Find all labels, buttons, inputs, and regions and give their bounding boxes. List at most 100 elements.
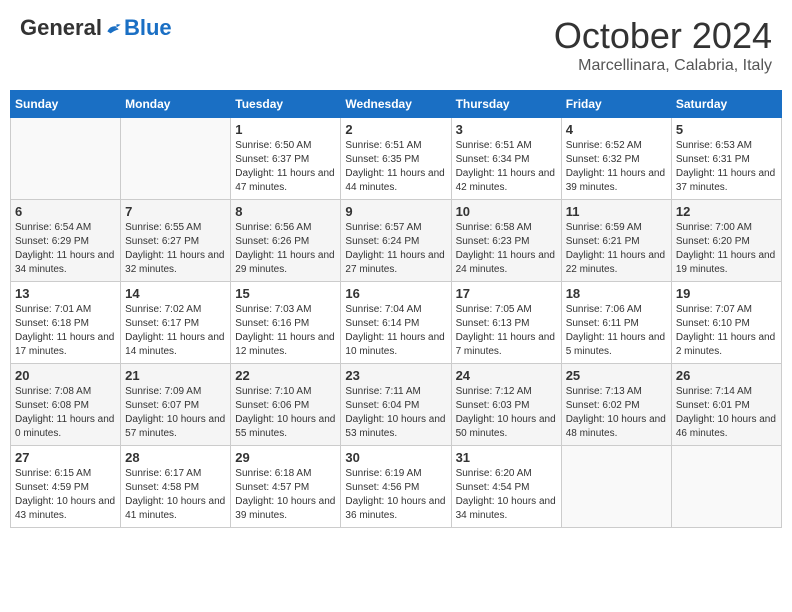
day-number: 13 <box>15 286 116 301</box>
day-info: Sunrise: 7:02 AMSunset: 6:17 PMDaylight:… <box>125 303 226 359</box>
calendar-week-4: 20 Sunrise: 7:08 AMSunset: 6:08 PMDayligh… <box>11 364 782 446</box>
location: Marcellinara, Calabria, Italy <box>554 57 772 75</box>
calendar-week-2: 6 Sunrise: 6:54 AMSunset: 6:29 PMDaylight… <box>11 200 782 282</box>
day-number: 31 <box>456 450 557 465</box>
day-number: 25 <box>566 368 667 383</box>
calendar-cell: 23 Sunrise: 7:11 AMSunset: 6:04 PMDayligh… <box>341 364 451 446</box>
calendar-cell: 27 Sunrise: 6:15 AMSunset: 4:59 PMDayligh… <box>11 446 121 528</box>
logo-general-text: General <box>20 15 102 41</box>
calendar-cell: 7Sunrise: 6:55 AMSunset: 6:27 PMDaylight… <box>121 200 231 282</box>
day-info: Sunrise: 6:56 AMSunset: 6:26 PMDaylight:… <box>235 221 336 277</box>
calendar-cell: 30 Sunrise: 6:19 AMSunset: 4:56 PMDayligh… <box>341 446 451 528</box>
day-info: Sunrise: 7:01 AMSunset: 6:18 PMDaylight:… <box>15 303 116 359</box>
logo-blue-text: Blue <box>124 15 172 41</box>
day-info: Sunrise: 7:00 AMSunset: 6:20 PMDaylight:… <box>676 221 777 277</box>
calendar-cell: 22Sunrise: 7:10 AMSunset: 6:06 PMDayligh… <box>231 364 341 446</box>
day-number: 7 <box>125 204 226 219</box>
calendar-cell <box>561 446 671 528</box>
calendar-cell: 15Sunrise: 7:03 AMSunset: 6:16 PMDayligh… <box>231 282 341 364</box>
day-number: 27 <box>15 450 116 465</box>
day-info: Sunrise: 6:15 AMSunset: 4:59 PMDaylight:… <box>15 467 116 523</box>
header-monday: Monday <box>121 91 231 118</box>
day-number: 11 <box>566 204 667 219</box>
day-number: 14 <box>125 286 226 301</box>
page-header: General Blue October 2024 Marcellinara, … <box>10 10 782 80</box>
calendar-cell: 18Sunrise: 7:06 AMSunset: 6:11 PMDayligh… <box>561 282 671 364</box>
calendar-cell: 3 Sunrise: 6:51 AMSunset: 6:34 PMDaylight… <box>451 118 561 200</box>
day-info: Sunrise: 7:12 AMSunset: 6:03 PMDaylight:… <box>456 385 557 441</box>
day-number: 8 <box>235 204 336 219</box>
header-friday: Friday <box>561 91 671 118</box>
calendar-cell: 6 Sunrise: 6:54 AMSunset: 6:29 PMDaylight… <box>11 200 121 282</box>
calendar-cell: 25 Sunrise: 7:13 AMSunset: 6:02 PMDayligh… <box>561 364 671 446</box>
day-number: 4 <box>566 122 667 137</box>
day-info: Sunrise: 6:54 AMSunset: 6:29 PMDaylight:… <box>15 221 116 277</box>
day-number: 10 <box>456 204 557 219</box>
calendar-table: SundayMondayTuesdayWednesdayThursdayFrid… <box>10 90 782 528</box>
day-number: 3 <box>456 122 557 137</box>
calendar-cell: 20 Sunrise: 7:08 AMSunset: 6:08 PMDayligh… <box>11 364 121 446</box>
title-section: October 2024 Marcellinara, Calabria, Ita… <box>554 15 772 75</box>
logo: General Blue <box>20 15 172 41</box>
day-info: Sunrise: 7:08 AMSunset: 6:08 PMDaylight:… <box>15 385 116 441</box>
day-number: 17 <box>456 286 557 301</box>
day-info: Sunrise: 6:17 AMSunset: 4:58 PMDaylight:… <box>125 467 226 523</box>
calendar-cell: 9Sunrise: 6:57 AMSunset: 6:24 PMDaylight… <box>341 200 451 282</box>
calendar-cell: 5 Sunrise: 6:53 AMSunset: 6:31 PMDaylight… <box>671 118 781 200</box>
day-info: Sunrise: 6:51 AMSunset: 6:35 PMDaylight:… <box>345 139 446 195</box>
day-info: Sunrise: 6:52 AMSunset: 6:32 PMDaylight:… <box>566 139 667 195</box>
day-number: 6 <box>15 204 116 219</box>
day-number: 30 <box>345 450 446 465</box>
day-info: Sunrise: 6:53 AMSunset: 6:31 PMDaylight:… <box>676 139 777 195</box>
day-info: Sunrise: 7:14 AMSunset: 6:01 PMDaylight:… <box>676 385 777 441</box>
month-title: October 2024 <box>554 15 772 57</box>
calendar-cell: 12Sunrise: 7:00 AMSunset: 6:20 PMDayligh… <box>671 200 781 282</box>
day-number: 16 <box>345 286 446 301</box>
calendar-cell: 24Sunrise: 7:12 AMSunset: 6:03 PMDayligh… <box>451 364 561 446</box>
header-tuesday: Tuesday <box>231 91 341 118</box>
calendar-cell: 26Sunrise: 7:14 AMSunset: 6:01 PMDayligh… <box>671 364 781 446</box>
calendar-cell: 4 Sunrise: 6:52 AMSunset: 6:32 PMDaylight… <box>561 118 671 200</box>
calendar-cell: 1 Sunrise: 6:50 AMSunset: 6:37 PMDaylight… <box>231 118 341 200</box>
day-number: 5 <box>676 122 777 137</box>
calendar-cell <box>11 118 121 200</box>
day-info: Sunrise: 7:11 AMSunset: 6:04 PMDaylight:… <box>345 385 446 441</box>
day-info: Sunrise: 6:57 AMSunset: 6:24 PMDaylight:… <box>345 221 446 277</box>
day-number: 23 <box>345 368 446 383</box>
calendar-cell: 16 Sunrise: 7:04 AMSunset: 6:14 PMDayligh… <box>341 282 451 364</box>
calendar-cell: 29 Sunrise: 6:18 AMSunset: 4:57 PMDayligh… <box>231 446 341 528</box>
day-info: Sunrise: 6:58 AMSunset: 6:23 PMDaylight:… <box>456 221 557 277</box>
day-info: Sunrise: 6:59 AMSunset: 6:21 PMDaylight:… <box>566 221 667 277</box>
day-info: Sunrise: 7:13 AMSunset: 6:02 PMDaylight:… <box>566 385 667 441</box>
day-number: 20 <box>15 368 116 383</box>
day-info: Sunrise: 6:50 AMSunset: 6:37 PMDaylight:… <box>235 139 336 195</box>
calendar-cell: 28Sunrise: 6:17 AMSunset: 4:58 PMDayligh… <box>121 446 231 528</box>
calendar-cell: 8 Sunrise: 6:56 AMSunset: 6:26 PMDaylight… <box>231 200 341 282</box>
calendar-cell: 17Sunrise: 7:05 AMSunset: 6:13 PMDayligh… <box>451 282 561 364</box>
calendar-cell: 13 Sunrise: 7:01 AMSunset: 6:18 PMDayligh… <box>11 282 121 364</box>
day-number: 29 <box>235 450 336 465</box>
day-number: 19 <box>676 286 777 301</box>
calendar-cell: 21Sunrise: 7:09 AMSunset: 6:07 PMDayligh… <box>121 364 231 446</box>
day-number: 1 <box>235 122 336 137</box>
calendar-body: 1 Sunrise: 6:50 AMSunset: 6:37 PMDaylight… <box>11 118 782 528</box>
calendar-cell: 11 Sunrise: 6:59 AMSunset: 6:21 PMDayligh… <box>561 200 671 282</box>
day-info: Sunrise: 6:51 AMSunset: 6:34 PMDaylight:… <box>456 139 557 195</box>
calendar-cell: 31 Sunrise: 6:20 AMSunset: 4:54 PMDayligh… <box>451 446 561 528</box>
header-sunday: Sunday <box>11 91 121 118</box>
day-info: Sunrise: 7:03 AMSunset: 6:16 PMDaylight:… <box>235 303 336 359</box>
logo-bird-icon <box>104 18 124 38</box>
day-info: Sunrise: 6:18 AMSunset: 4:57 PMDaylight:… <box>235 467 336 523</box>
calendar-week-3: 13 Sunrise: 7:01 AMSunset: 6:18 PMDayligh… <box>11 282 782 364</box>
header-wednesday: Wednesday <box>341 91 451 118</box>
day-info: Sunrise: 6:19 AMSunset: 4:56 PMDaylight:… <box>345 467 446 523</box>
day-info: Sunrise: 7:07 AMSunset: 6:10 PMDaylight:… <box>676 303 777 359</box>
header-saturday: Saturday <box>671 91 781 118</box>
calendar-cell: 14 Sunrise: 7:02 AMSunset: 6:17 PMDayligh… <box>121 282 231 364</box>
day-number: 18 <box>566 286 667 301</box>
day-info: Sunrise: 6:20 AMSunset: 4:54 PMDaylight:… <box>456 467 557 523</box>
header-thursday: Thursday <box>451 91 561 118</box>
calendar-week-5: 27 Sunrise: 6:15 AMSunset: 4:59 PMDayligh… <box>11 446 782 528</box>
day-number: 21 <box>125 368 226 383</box>
day-info: Sunrise: 7:04 AMSunset: 6:14 PMDaylight:… <box>345 303 446 359</box>
